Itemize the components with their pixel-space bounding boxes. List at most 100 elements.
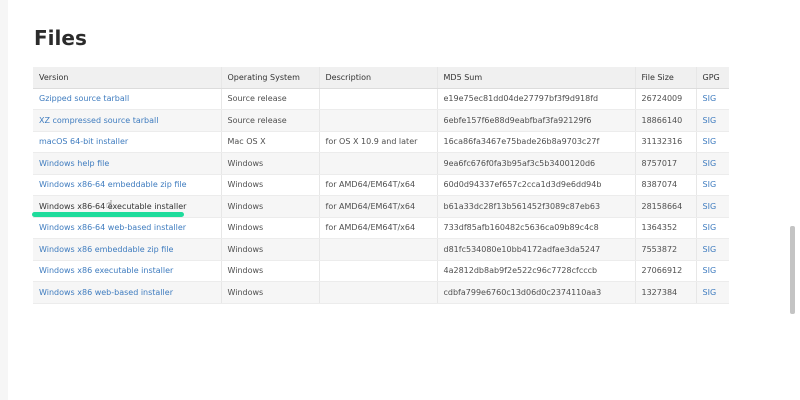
md5-cell: 16ca86fa3467e75bade26b8a9703c27f bbox=[437, 131, 636, 153]
os-cell: Source release bbox=[221, 109, 320, 132]
version-cell: macOS 64-bit installer bbox=[33, 131, 222, 153]
column-header-file-size: File Size bbox=[635, 67, 697, 89]
description-cell bbox=[319, 152, 438, 175]
gpg-signature-link[interactable]: SIG bbox=[703, 137, 717, 146]
files-table: Version Operating System Description MD5… bbox=[33, 67, 729, 304]
os-cell: Windows bbox=[221, 195, 320, 218]
os-cell: Windows bbox=[221, 217, 320, 239]
description-cell: for AMD64/EM64T/x64 bbox=[319, 217, 438, 239]
gpg-signature-link[interactable]: SIG bbox=[703, 266, 717, 275]
table-row: Windows x86 web-based installer Windows … bbox=[33, 281, 729, 304]
column-header-operating-system: Operating System bbox=[221, 67, 320, 89]
gpg-signature-link[interactable]: SIG bbox=[703, 223, 717, 232]
md5-cell: 9ea6fc676f0fa3b95af3c5b3400120d6 bbox=[437, 152, 636, 175]
size-cell: 7553872 bbox=[635, 238, 697, 261]
version-cell: Windows x86-64 web-based installer bbox=[33, 217, 222, 239]
column-header-md5-sum: MD5 Sum bbox=[437, 67, 636, 89]
gpg-signature-link[interactable]: SIG bbox=[703, 159, 717, 168]
gpg-signature-link[interactable]: SIG bbox=[703, 94, 717, 103]
highlight-underline-mark bbox=[32, 212, 184, 217]
size-cell: 1364352 bbox=[635, 217, 697, 239]
table-row: macOS 64-bit installer Mac OS X for OS X… bbox=[33, 131, 729, 153]
table-header-row: Version Operating System Description MD5… bbox=[33, 67, 729, 89]
file-download-link[interactable]: macOS 64-bit installer bbox=[39, 137, 128, 146]
file-download-link[interactable]: Windows x86-64 embeddable zip file bbox=[39, 180, 187, 189]
files-heading: Files bbox=[34, 26, 87, 50]
description-cell bbox=[319, 238, 438, 261]
column-header-description: Description bbox=[319, 67, 438, 89]
gpg-signature-link[interactable]: SIG bbox=[703, 116, 717, 125]
os-cell: Windows bbox=[221, 260, 320, 282]
md5-cell: 733df85afb160482c5636ca09b89c4c8 bbox=[437, 217, 636, 239]
os-cell: Windows bbox=[221, 238, 320, 261]
md5-cell: b61a33dc28f13b561452f3089c87eb63 bbox=[437, 195, 636, 218]
file-download-link[interactable]: Windows x86 executable installer bbox=[39, 266, 173, 275]
size-cell: 31132316 bbox=[635, 131, 697, 153]
file-download-link[interactable]: Windows help file bbox=[39, 159, 109, 168]
file-download-link[interactable]: Windows x86 embeddable zip file bbox=[39, 245, 173, 254]
version-cell: Gzipped source tarball bbox=[33, 88, 222, 110]
gpg-cell: SIG bbox=[696, 88, 729, 110]
table-row: Windows x86-64 embeddable zip file Windo… bbox=[33, 174, 729, 196]
gpg-cell: SIG bbox=[696, 217, 729, 239]
description-cell: for OS X 10.9 and later bbox=[319, 131, 438, 153]
size-cell: 27066912 bbox=[635, 260, 697, 282]
gpg-cell: SIG bbox=[696, 109, 729, 132]
version-cell: Windows x86 web-based installer bbox=[33, 281, 222, 304]
md5-cell: cdbfa799e6760c13d06d0c2374110aa3 bbox=[437, 281, 636, 304]
description-cell: for AMD64/EM64T/x64 bbox=[319, 195, 438, 218]
column-header-gpg: GPG bbox=[696, 67, 729, 89]
os-cell: Windows bbox=[221, 174, 320, 196]
description-cell bbox=[319, 281, 438, 304]
table-row: Windows x86-64 web-based installer Windo… bbox=[33, 217, 729, 239]
version-cell: Windows x86 executable installer bbox=[33, 260, 222, 282]
hand-pointer-icon: ☝ bbox=[106, 198, 113, 211]
os-cell: Mac OS X bbox=[221, 131, 320, 153]
gpg-signature-link[interactable]: SIG bbox=[703, 245, 717, 254]
gpg-signature-link[interactable]: SIG bbox=[703, 202, 717, 211]
description-cell bbox=[319, 260, 438, 282]
os-cell: Windows bbox=[221, 152, 320, 175]
md5-cell: 4a2812db8ab9f2e522c96c7728cfcccb bbox=[437, 260, 636, 282]
size-cell: 18866140 bbox=[635, 109, 697, 132]
md5-cell: 60d0d94337ef657c2cca1d3d9e6dd94b bbox=[437, 174, 636, 196]
version-cell: XZ compressed source tarball bbox=[33, 109, 222, 132]
size-cell: 8757017 bbox=[635, 152, 697, 175]
file-download-link[interactable]: XZ compressed source tarball bbox=[39, 116, 158, 125]
gpg-cell: SIG bbox=[696, 174, 729, 196]
table-row: Gzipped source tarball Source release e1… bbox=[33, 88, 729, 110]
md5-cell: 6ebfe157f6e88d9eabfbaf3fa92129f6 bbox=[437, 109, 636, 132]
gpg-cell: SIG bbox=[696, 281, 729, 304]
table-row: Windows x86 embeddable zip file Windows … bbox=[33, 238, 729, 261]
column-header-version: Version bbox=[33, 67, 222, 89]
description-cell bbox=[319, 88, 438, 110]
table-row: Windows x86 executable installer Windows… bbox=[33, 260, 729, 282]
size-cell: 26724009 bbox=[635, 88, 697, 110]
gpg-cell: SIG bbox=[696, 195, 729, 218]
size-cell: 1327384 bbox=[635, 281, 697, 304]
downloads-page: Files Version Operating System Descripti… bbox=[0, 0, 800, 400]
gpg-cell: SIG bbox=[696, 131, 729, 153]
description-cell: for AMD64/EM64T/x64 bbox=[319, 174, 438, 196]
gpg-cell: SIG bbox=[696, 238, 729, 261]
version-cell: Windows help file bbox=[33, 152, 222, 175]
md5-cell: e19e75ec81dd04de27797bf3f9d918fd bbox=[437, 88, 636, 110]
gpg-cell: SIG bbox=[696, 260, 729, 282]
md5-cell: d81fc534080e10bb4172adfae3da5247 bbox=[437, 238, 636, 261]
description-cell bbox=[319, 109, 438, 132]
file-download-link[interactable]: Gzipped source tarball bbox=[39, 94, 129, 103]
os-cell: Source release bbox=[221, 88, 320, 110]
size-cell: 28158664 bbox=[635, 195, 697, 218]
size-cell: 8387074 bbox=[635, 174, 697, 196]
table-row: Windows help file Windows 9ea6fc676f0fa3… bbox=[33, 152, 729, 175]
gpg-signature-link[interactable]: SIG bbox=[703, 288, 717, 297]
os-cell: Windows bbox=[221, 281, 320, 304]
file-download-link[interactable]: Windows x86-64 web-based installer bbox=[39, 223, 186, 232]
gpg-cell: SIG bbox=[696, 152, 729, 175]
file-download-link[interactable]: Windows x86 web-based installer bbox=[39, 288, 173, 297]
gpg-signature-link[interactable]: SIG bbox=[703, 180, 717, 189]
left-edge-shade bbox=[0, 0, 8, 400]
version-cell: Windows x86 embeddable zip file bbox=[33, 238, 222, 261]
vertical-scrollbar-thumb[interactable] bbox=[790, 226, 795, 314]
version-cell: Windows x86-64 embeddable zip file bbox=[33, 174, 222, 196]
